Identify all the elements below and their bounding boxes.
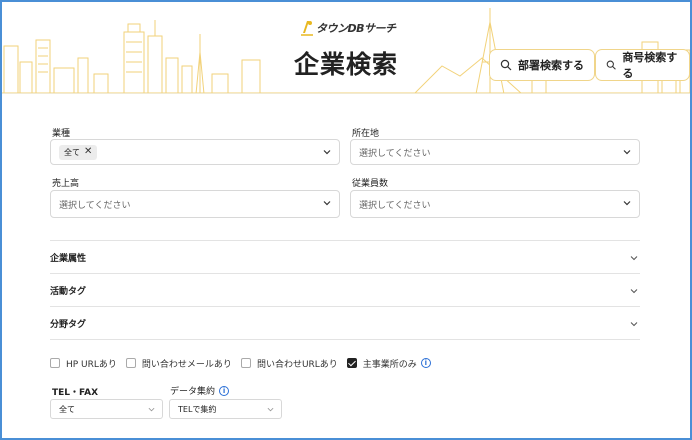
location-label: 所在地 xyxy=(352,129,380,139)
search-icon xyxy=(606,60,616,70)
checkbox-box-checked[interactable] xyxy=(346,358,357,368)
accordion-label: 企業属性 xyxy=(50,253,87,264)
checkbox-row: HP URLあり 問い合わせメールあり 問い合わせURLあり 主事業所のみ i xyxy=(50,356,431,370)
chevron-down-icon xyxy=(148,407,155,412)
checkbox-main-office-only[interactable]: 主事業所のみ xyxy=(346,357,417,370)
location-select[interactable]: 選択してください xyxy=(350,139,640,165)
checkbox-label: HP URLあり xyxy=(66,359,117,370)
search-icon xyxy=(500,59,512,71)
industry-tag-label: 全て xyxy=(64,147,80,157)
accordion-activity-tags[interactable]: 活動タグ xyxy=(50,273,640,306)
industry-label: 業種 xyxy=(52,129,71,139)
chevron-down-icon xyxy=(623,150,631,155)
checkbox-box[interactable] xyxy=(240,358,251,368)
tradename-search-label: 商号検索する xyxy=(622,51,678,80)
tel-fax-value: 全て xyxy=(59,404,75,414)
checkbox-box[interactable] xyxy=(125,358,136,368)
checkbox-label: 主事業所のみ xyxy=(362,359,417,370)
tag-remove-icon[interactable]: ✕ xyxy=(84,147,92,157)
header-banner: タウンDBサーチ 企業検索 部署検索する 商号検索する xyxy=(2,2,690,94)
accordion-label: 分野タグ xyxy=(50,319,87,330)
checkbox-label: 問い合わせメールあり xyxy=(141,359,232,370)
chevron-down-icon xyxy=(630,256,638,261)
chevron-down-icon xyxy=(630,322,638,327)
tradename-search-button[interactable]: 商号検索する xyxy=(595,49,690,81)
department-search-label: 部署検索する xyxy=(518,59,584,72)
info-icon[interactable]: i xyxy=(420,358,431,368)
app-frame: タウンDBサーチ 企業検索 部署検索する 商号検索する 業種 全て ✕ 所在地 … xyxy=(0,0,692,440)
data-aggregation-select[interactable]: TELで集約 xyxy=(169,399,282,419)
checkbox-contact-url[interactable]: 問い合わせURLあり xyxy=(240,357,338,370)
logo-mark-icon xyxy=(301,21,313,36)
department-search-button[interactable]: 部署検索する xyxy=(489,49,595,81)
sales-label: 売上高 xyxy=(52,179,80,189)
employees-placeholder: 選択してください xyxy=(359,200,431,211)
data-aggregation-label: データ集約 xyxy=(170,387,216,397)
industry-tag: 全て ✕ xyxy=(59,144,98,160)
employees-label: 従業員数 xyxy=(352,179,389,189)
tel-fax-select[interactable]: 全て xyxy=(50,399,163,419)
chevron-down-icon xyxy=(267,407,274,412)
accordion-company-attributes[interactable]: 企業属性 xyxy=(50,240,640,273)
sales-select[interactable]: 選択してください xyxy=(50,190,340,218)
info-icon[interactable]: i xyxy=(219,385,230,396)
chevron-down-icon xyxy=(630,289,638,294)
chevron-down-icon xyxy=(323,150,331,155)
sales-placeholder: 選択してください xyxy=(59,200,131,211)
checkbox-contact-email[interactable]: 問い合わせメールあり xyxy=(125,357,232,370)
tel-fax-label: TEL・FAX xyxy=(52,388,99,398)
employees-select[interactable]: 選択してください xyxy=(350,190,640,218)
logo-text: タウンDBサーチ xyxy=(316,22,396,35)
accordion-field-tags[interactable]: 分野タグ xyxy=(50,306,640,340)
data-aggregation-value: TELで集約 xyxy=(178,404,217,414)
industry-select[interactable]: 全て ✕ xyxy=(50,139,340,165)
accordion-label: 活動タグ xyxy=(50,286,87,297)
checkbox-hp-url[interactable]: HP URLあり xyxy=(50,357,117,370)
checkbox-box[interactable] xyxy=(50,358,60,368)
checkbox-label: 問い合わせURLあり xyxy=(256,359,338,370)
brand-logo[interactable]: タウンDBサーチ xyxy=(300,19,396,37)
location-placeholder: 選択してください xyxy=(359,148,431,159)
chevron-down-icon xyxy=(623,201,631,206)
data-aggregation-label-row: データ集約 i xyxy=(170,384,230,397)
chevron-down-icon xyxy=(323,201,331,206)
